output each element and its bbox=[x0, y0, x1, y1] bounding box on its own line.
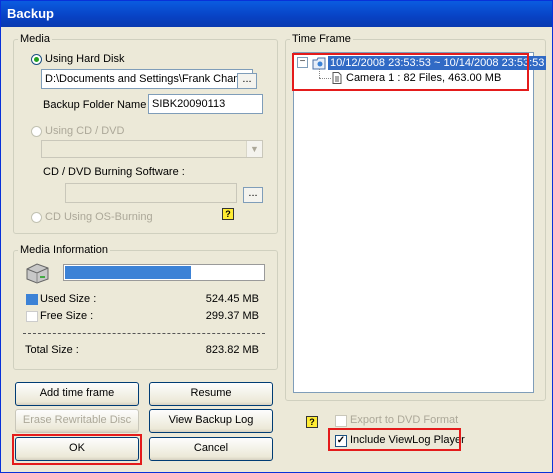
cd-drive-select[interactable]: ▼ bbox=[41, 140, 263, 158]
used-size-value: 524.45 MB bbox=[205, 293, 259, 305]
used-size-label: Used Size : bbox=[40, 293, 97, 305]
media-legend: Media bbox=[18, 33, 52, 45]
include-player-highlight bbox=[328, 428, 461, 451]
folder-name-field[interactable]: SIBK20090113 bbox=[148, 94, 263, 114]
total-divider bbox=[23, 333, 265, 334]
total-size-label: Total Size : bbox=[25, 344, 79, 356]
resume-button[interactable]: Resume bbox=[149, 382, 273, 406]
free-size-swatch bbox=[26, 311, 38, 322]
usage-bar-fill bbox=[65, 266, 191, 279]
erase-disc-button[interactable]: Erase Rewritable Disc bbox=[15, 409, 139, 433]
burning-software-field[interactable] bbox=[65, 183, 237, 203]
cd-dvd-label: Using CD / DVD bbox=[45, 125, 125, 137]
free-size-value: 299.37 MB bbox=[205, 310, 259, 322]
os-burning-radio[interactable] bbox=[31, 212, 42, 223]
time-frame-tree[interactable] bbox=[293, 52, 534, 393]
total-size-value: 823.82 MB bbox=[205, 344, 259, 356]
cancel-button[interactable]: Cancel bbox=[149, 437, 273, 461]
free-size-label: Free Size : bbox=[40, 310, 94, 322]
time-frame-highlight bbox=[292, 53, 529, 91]
folder-name-label: Backup Folder Name : bbox=[43, 99, 153, 111]
view-backup-log-button[interactable]: View Backup Log bbox=[149, 409, 273, 433]
export-dvd-checkbox[interactable] bbox=[335, 415, 347, 427]
backup-path-field[interactable]: D:\Documents and Settings\Frank Chang\ bbox=[41, 69, 253, 89]
browse-software-button[interactable]: ... bbox=[243, 187, 263, 203]
help-icon[interactable]: ? bbox=[222, 208, 234, 220]
used-size-swatch bbox=[26, 294, 38, 305]
title-bar: Backup bbox=[1, 1, 552, 27]
hard-drive-icon bbox=[24, 261, 50, 285]
backup-dialog: Backup Media Using Hard Disk D:\Document… bbox=[0, 0, 553, 473]
help-icon[interactable]: ? bbox=[306, 416, 318, 428]
hard-disk-radio[interactable] bbox=[31, 54, 42, 65]
burning-software-label: CD / DVD Burning Software : bbox=[43, 166, 185, 178]
add-time-frame-button[interactable]: Add time frame bbox=[15, 382, 139, 406]
media-info-legend: Media Information bbox=[18, 244, 111, 256]
export-dvd-label: Export to DVD Format bbox=[350, 414, 459, 426]
ok-highlight bbox=[12, 434, 142, 465]
cd-dvd-radio[interactable] bbox=[31, 126, 42, 137]
usage-bar bbox=[63, 264, 265, 281]
os-burning-label: CD Using OS-Burning bbox=[45, 211, 153, 223]
time-frame-legend: Time Frame bbox=[290, 33, 353, 45]
hard-disk-label: Using Hard Disk bbox=[45, 53, 125, 65]
chevron-down-icon: ▼ bbox=[246, 141, 262, 157]
browse-path-button[interactable]: ... bbox=[237, 73, 257, 89]
